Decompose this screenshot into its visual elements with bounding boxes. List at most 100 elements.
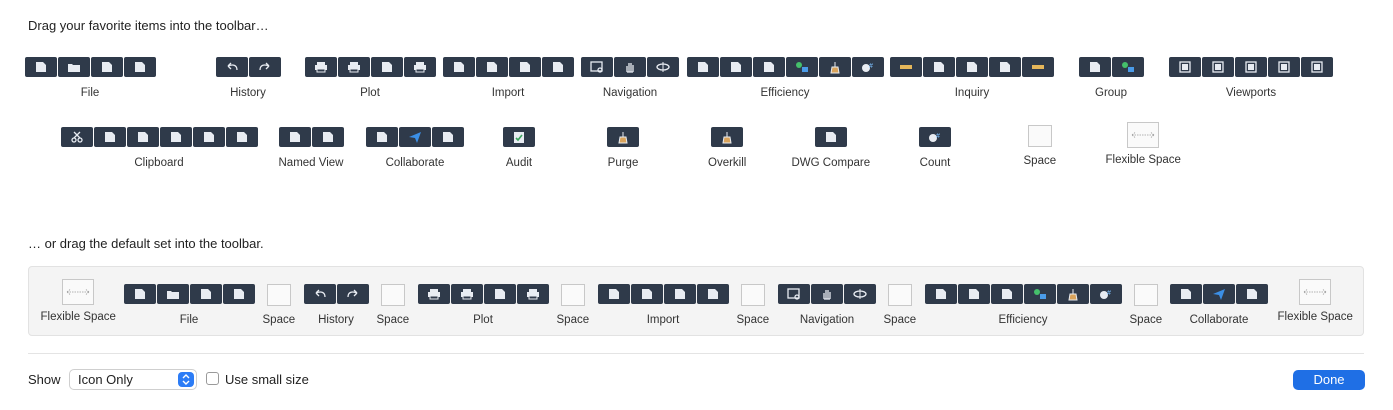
toolbar-item-inquiry[interactable]: Inquiry: [890, 57, 1054, 99]
viewport-rect-icon: [1169, 57, 1201, 77]
use-small-size-checkbox[interactable]: [206, 372, 219, 385]
item-icons: [607, 127, 639, 149]
toolbar-item-audit[interactable]: Audit: [503, 127, 535, 169]
orbit-icon: [844, 284, 876, 304]
image-import-icon: [541, 57, 574, 77]
toolbar-item-space[interactable]: Space: [1130, 284, 1162, 326]
toolbar-item-collaborate[interactable]: Collaborate: [366, 127, 464, 169]
item-label: Overkill: [708, 157, 747, 169]
toolbar-item-flexible-space[interactable]: Flexible Space: [1278, 279, 1353, 323]
item-icons: #: [924, 284, 1122, 306]
image-import-icon: [696, 284, 729, 304]
page-setup-icon: [370, 57, 403, 77]
toolbar-item-efficiency[interactable]: # Efficiency: [924, 284, 1122, 326]
save-as-icon: [123, 57, 156, 77]
count-icon: #: [919, 127, 951, 147]
item-icons: [1299, 279, 1332, 305]
toolbar-item-dwg-compare[interactable]: DWG Compare: [792, 127, 870, 169]
item-label: Plot: [473, 314, 493, 326]
toolbar-item-space[interactable]: Space: [376, 284, 410, 326]
item-icons: [380, 284, 405, 306]
item-icons: [503, 127, 535, 149]
markup-icon: [432, 127, 464, 147]
count-icon: #: [1089, 284, 1122, 304]
toolbar-item-navigation[interactable]: Navigation: [778, 284, 876, 326]
item-icons: [560, 284, 585, 306]
save-icon: [90, 57, 123, 77]
toolbar-item-count[interactable]: # Count: [919, 127, 951, 169]
item-icons: [215, 57, 281, 79]
toolbar-item-space[interactable]: Space: [1024, 125, 1056, 167]
toolbar-item-efficiency[interactable]: # Efficiency: [686, 57, 884, 99]
copy-link-icon: [126, 127, 159, 147]
space-placeholder-icon: [887, 284, 912, 306]
toolbar-item-space[interactable]: Space: [263, 284, 295, 326]
item-icons: [1133, 284, 1158, 306]
item-label: Space: [376, 314, 410, 326]
item-icons: [1127, 122, 1160, 148]
item-icons: [60, 127, 258, 149]
named-view-icon: [278, 127, 311, 147]
item-icons: [814, 127, 847, 149]
space-placeholder-icon: [1133, 284, 1158, 306]
item-label: Audit: [505, 157, 533, 169]
space-placeholder-icon: [560, 284, 585, 306]
toolbar-item-plot[interactable]: Plot: [304, 57, 436, 99]
svg-text:#: #: [1107, 290, 1111, 297]
redo-icon: [248, 57, 281, 77]
item-icons: [278, 127, 344, 149]
ruler-icon: [1022, 57, 1054, 77]
use-small-size-label: Use small size: [225, 372, 309, 387]
save-as-icon: [222, 284, 255, 304]
toolbar-item-space[interactable]: Space: [737, 284, 769, 326]
toolbar-item-purge[interactable]: Purge: [607, 127, 639, 169]
toolbar-item-group[interactable]: Group: [1078, 57, 1144, 99]
toolbar-item-named-view[interactable]: Named View: [278, 127, 344, 169]
toolbar-item-import[interactable]: Import: [442, 57, 574, 99]
footer-divider: [28, 353, 1364, 354]
toolbar-item-overkill[interactable]: Overkill: [708, 127, 746, 169]
toolbar-item-import[interactable]: Import: [597, 284, 729, 326]
toolbar-item-history[interactable]: History: [303, 284, 369, 326]
undo-icon: [303, 284, 336, 304]
item-label: Import: [646, 314, 680, 326]
toolbar-item-flexible-space[interactable]: Flexible Space: [41, 279, 116, 323]
item-icons: [62, 279, 95, 305]
new-file-icon: [24, 57, 57, 77]
count-icon: #: [851, 57, 884, 77]
toolbar-item-history[interactable]: History: [215, 57, 281, 99]
toolbar-item-plot[interactable]: Plot: [417, 284, 549, 326]
orbit-icon: [647, 57, 679, 77]
toolbar-item-space[interactable]: Space: [884, 284, 916, 326]
item-label: Clipboard: [134, 157, 184, 169]
toolbar-item-file[interactable]: File: [24, 57, 156, 99]
item-icons: [581, 57, 679, 79]
item-icons: [597, 284, 729, 306]
toolbar-item-collaborate[interactable]: Collaborate: [1170, 284, 1268, 326]
recover-icon: [990, 284, 1023, 304]
item-icons: #: [919, 127, 951, 149]
item-label: Navigation: [799, 314, 855, 326]
toolbar-item-space[interactable]: Space: [557, 284, 589, 326]
pan-hand-icon: [811, 284, 843, 304]
item-label: File: [80, 87, 100, 99]
toolbar-item-flexible-space[interactable]: Flexible Space: [1106, 122, 1181, 166]
toolbar-item-viewports[interactable]: Viewports: [1169, 57, 1333, 99]
toolbar-item-clipboard[interactable]: Clipboard: [60, 127, 258, 169]
done-button[interactable]: Done: [1293, 370, 1365, 390]
show-mode-select[interactable]: Icon Only: [69, 369, 197, 390]
toolbar-item-file[interactable]: File: [123, 284, 255, 326]
item-label: History: [230, 87, 266, 99]
svg-text:#: #: [936, 133, 940, 140]
purge-icon: [818, 57, 851, 77]
item-icons: [366, 127, 464, 149]
viewport-poly-icon: [1202, 57, 1234, 77]
viewport-clip-icon: [1301, 57, 1333, 77]
save-icon: [189, 284, 222, 304]
space-placeholder-icon: [266, 284, 291, 306]
toolbar-item-navigation[interactable]: Navigation: [581, 57, 679, 99]
default-toolbar-set[interactable]: Flexible Space File Space History Space Plot S…: [28, 266, 1364, 336]
dwg-compare-icon: [366, 127, 398, 147]
pdf-import-icon: [663, 284, 696, 304]
item-label: File: [179, 314, 199, 326]
